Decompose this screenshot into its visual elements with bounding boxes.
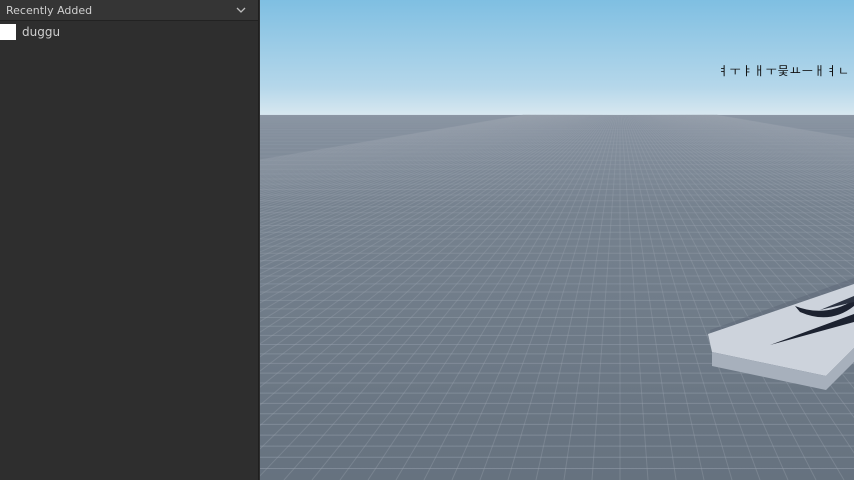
recently-added-panel: Recently Added duggu [0, 0, 259, 480]
chevron-down-icon[interactable] [234, 3, 248, 17]
list-item[interactable]: duggu [0, 22, 258, 42]
panel-header[interactable]: Recently Added [0, 0, 258, 21]
overlay-text: ㅕㅜㅑㅐㅜ뭊ㅛㅡㅐㅕㄴ [717, 64, 850, 78]
3d-viewport[interactable]: ㅕㅜㅑㅐㅜ뭊ㅛㅡㅐㅕㄴ [260, 0, 854, 480]
sky [260, 0, 854, 116]
panel-title: Recently Added [6, 3, 93, 17]
studio-window: Recently Added duggu ㅕㅜㅑㅐㅜ뭊ㅛㅡㅐㅕㄴ [0, 0, 854, 480]
asset-thumbnail [0, 24, 16, 40]
asset-label: duggu [22, 25, 61, 39]
